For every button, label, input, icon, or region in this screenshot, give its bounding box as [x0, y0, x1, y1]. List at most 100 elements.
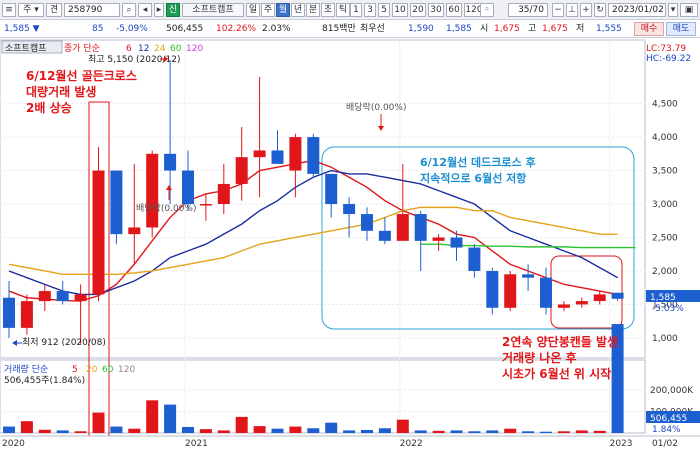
zoom-out-icon[interactable]: −	[552, 3, 564, 17]
candle-body	[38, 291, 51, 302]
buy-button[interactable]: 매수	[634, 22, 664, 36]
pin-icon[interactable]: ⊥	[566, 3, 578, 17]
chevron-icon[interactable]: ▸	[154, 3, 164, 17]
refresh-icon[interactable]: ↻	[594, 3, 606, 17]
settings-icon[interactable]: ◦	[480, 3, 494, 17]
volume-bar	[593, 430, 606, 433]
date-tick-label: 2020	[2, 439, 25, 449]
candle-body	[289, 137, 302, 171]
candle-body	[504, 274, 517, 308]
dividend-label-1: 배당락(0.00%)	[136, 202, 196, 214]
candle-body	[235, 157, 248, 184]
candle-body	[56, 291, 69, 302]
candle-body	[128, 227, 141, 235]
volume-legend-label: 거래량 단순	[4, 363, 48, 375]
interval-60[interactable]: 60	[446, 3, 462, 17]
legend-ma120: 120	[186, 44, 203, 54]
sell-button[interactable]: 매도	[666, 22, 696, 36]
candle-body	[361, 214, 373, 231]
volume-bar	[396, 419, 409, 433]
tab-period-2[interactable]: 월	[276, 3, 290, 17]
price-tick-label: 1,000	[652, 334, 678, 344]
candle-body	[110, 170, 123, 235]
note-2-line-1: 6/12월선 데드크로스 후	[420, 155, 536, 169]
lock-icon[interactable]: ▣	[680, 3, 698, 17]
volume-ratio: 102.26%	[216, 24, 257, 34]
volume-value: 506,455	[166, 24, 204, 34]
market-type-select[interactable]: 주 ▾	[18, 3, 44, 17]
volume-bar	[575, 430, 588, 433]
candle-body	[378, 230, 391, 241]
volume-bar	[182, 426, 194, 433]
volume-bar	[504, 428, 517, 433]
search-icon[interactable]: ⌕	[122, 3, 136, 17]
stock-code-input[interactable]: 258790	[64, 3, 120, 17]
candle-body	[522, 274, 535, 278]
current-price-tag: 1,585	[650, 293, 676, 303]
calendar-icon[interactable]: ▾	[668, 3, 678, 17]
legend-ma6: 6	[126, 44, 132, 54]
interval-1[interactable]: 1	[350, 3, 362, 17]
candle-body	[74, 294, 87, 302]
best-ask-label: 최우선	[360, 24, 385, 34]
volume-bar	[3, 426, 15, 433]
interval-10[interactable]: 10	[392, 3, 408, 17]
legend-ma12: 12	[138, 44, 149, 54]
candle-body	[593, 294, 606, 302]
volume-bar	[468, 431, 481, 433]
menu-icon[interactable]: ≡	[2, 3, 16, 17]
dividend-label-2: 배당락(0.00%)	[346, 101, 406, 113]
low-price: 1,555	[596, 24, 622, 34]
interval-3[interactable]: 3	[364, 3, 376, 17]
price-tick-label: 3,000	[652, 200, 678, 210]
current-pct-tag: -5.03%	[652, 304, 684, 314]
stock-tag: 소프트캠프	[5, 42, 46, 54]
volume-bar	[414, 430, 427, 433]
volume-bar	[450, 430, 463, 433]
candle-body	[396, 214, 409, 241]
best-bid: 1,585	[446, 24, 472, 34]
high-price: 1,675	[542, 24, 568, 34]
candle-body	[92, 170, 105, 295]
price-tick-label: 2,000	[652, 267, 678, 277]
mode-button[interactable]: 견	[46, 3, 62, 17]
trade-amount: 815백만	[322, 24, 356, 34]
tab-period-0[interactable]: 일	[246, 3, 260, 17]
interval-5[interactable]: 5	[378, 3, 390, 17]
open-price: 1,675	[494, 24, 520, 34]
tab-period-5[interactable]: 초	[321, 3, 335, 17]
interval-30[interactable]: 30	[428, 3, 444, 17]
low-label: 저	[576, 24, 585, 34]
speaker-icon[interactable]: ◂	[138, 3, 152, 17]
volume-bar	[522, 431, 535, 433]
date-tick-label: 01/02	[652, 439, 678, 449]
view-count-field[interactable]: 35/70	[508, 3, 548, 17]
tab-period-6[interactable]: 틱	[336, 3, 350, 17]
best-ask: 1,590	[408, 24, 434, 34]
lc-label: LC:73.79	[646, 44, 686, 54]
zoom-in-icon[interactable]: +	[580, 3, 592, 17]
volume-bar	[343, 430, 356, 433]
current-price: 1,585 ▼	[4, 24, 40, 34]
change-percent: -5.09%	[116, 24, 148, 34]
candle-body	[414, 214, 427, 241]
note-3-line-1: 2연속 양단봉캔들 발생	[502, 334, 618, 349]
stock-chart[interactable]: 1,0001,5002,0002,5003,0003,5004,0004,500…	[0, 38, 700, 451]
toolbar: ≡ 주 ▾ 견 258790 ⌕ ◂ ▸ 신 소프트캠프 일주월년분초틱 135…	[0, 0, 700, 20]
interval-20[interactable]: 20	[410, 3, 426, 17]
change-value: 85	[92, 24, 104, 34]
date-field[interactable]: 2023/01/02	[608, 3, 666, 17]
candle-body	[199, 204, 212, 206]
candle-body	[253, 150, 266, 158]
candle-body	[432, 237, 445, 241]
tab-period-4[interactable]: 분	[306, 3, 320, 17]
volume-bar	[557, 431, 570, 433]
volume-bar	[164, 404, 177, 433]
candle-body	[146, 153, 159, 228]
volume-bar	[432, 430, 445, 433]
legend-ma60: 60	[170, 44, 182, 54]
volume-bar	[486, 430, 499, 433]
tab-period-1[interactable]: 주	[261, 3, 275, 17]
note-3-line-3: 시초가 6월선 위 시작	[502, 366, 611, 381]
tab-period-3[interactable]: 년	[291, 3, 305, 17]
